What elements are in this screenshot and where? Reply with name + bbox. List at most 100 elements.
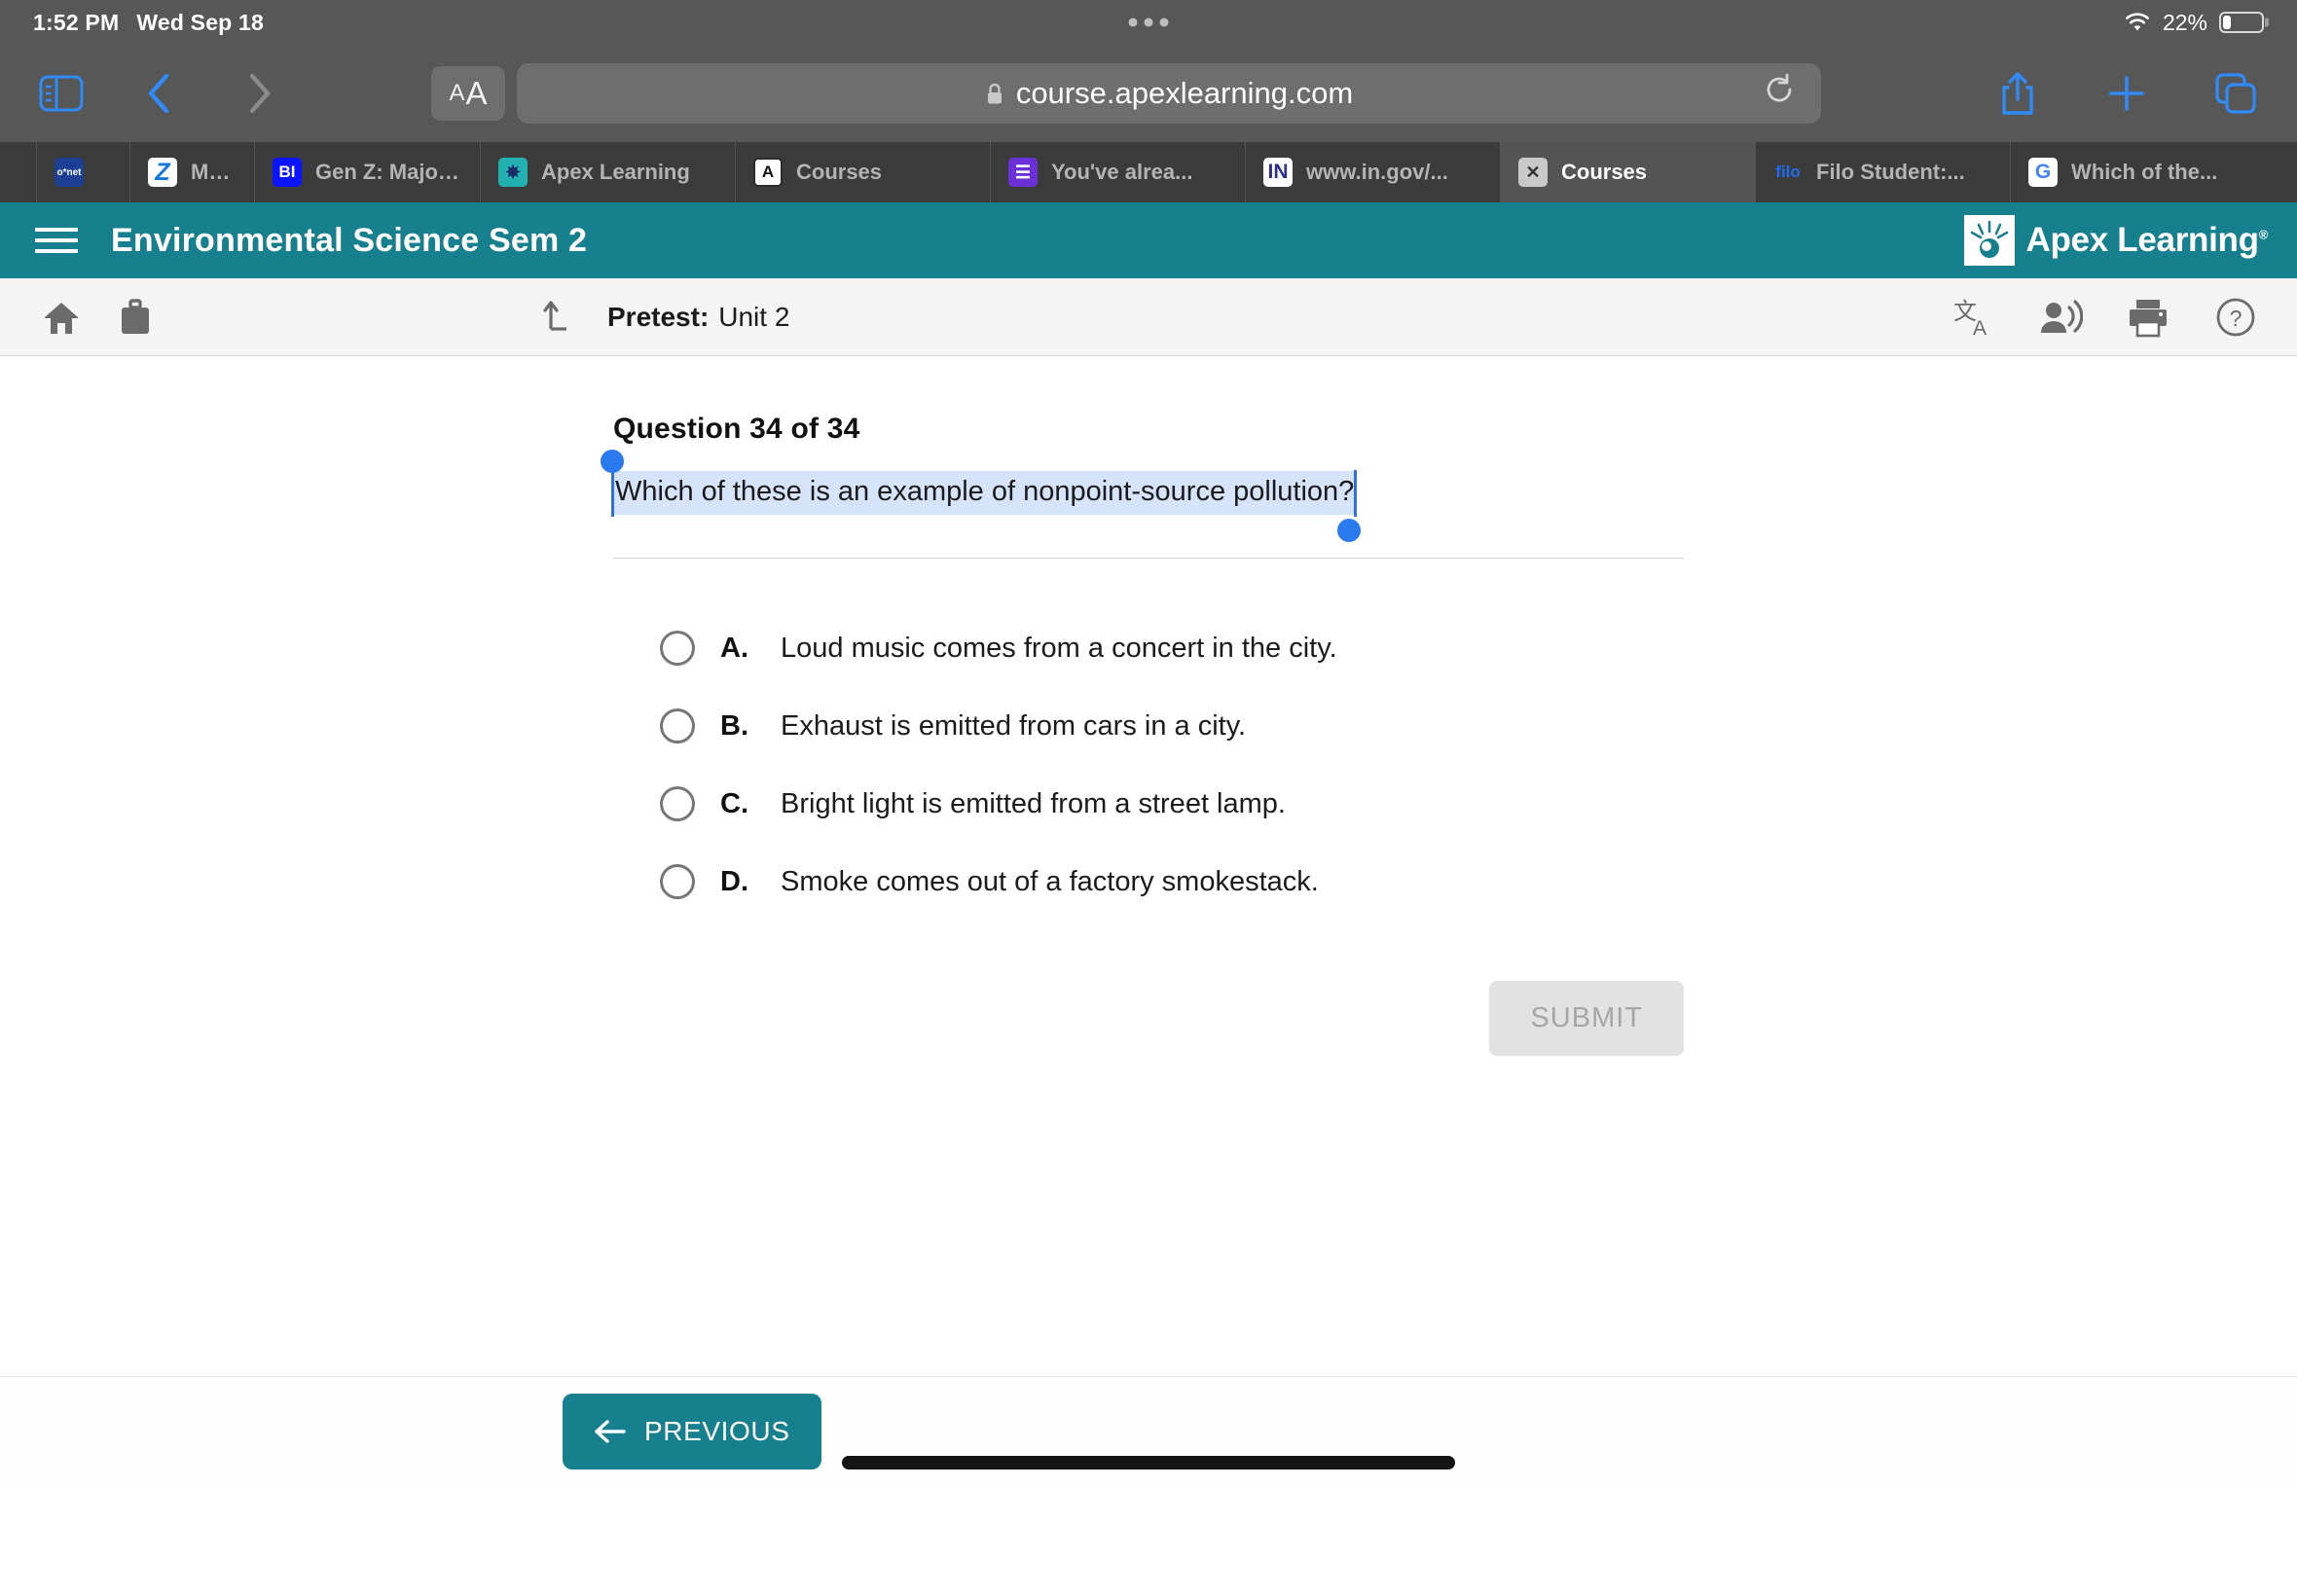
question-panel: Question 34 of 34 Which of these is an e… [601,356,1684,1057]
tab-label: My Fa [191,160,237,184]
chevron-left-icon[interactable] [123,57,195,129]
business-insider-icon: BI [273,158,302,187]
option-text: Exhaust is emitted from cars in a city. [781,709,1247,742]
question-content: Question 34 of 34 Which of these is an e… [0,356,2297,1485]
sidebar-toggle-icon[interactable] [25,57,97,129]
question-prompt[interactable]: Which of these is an example of nonpoint… [610,469,1358,518]
up-level-arrow-icon[interactable] [533,289,590,345]
answer-options: A. Loud music comes from a concert in th… [613,609,1684,921]
apex-sunburst-icon [1963,215,2015,266]
option-text: Bright light is emitted from a street la… [781,787,1286,819]
arrow-left-icon [595,1419,626,1443]
text-size-large-label: A [465,75,488,111]
tab-overview-icon[interactable] [2200,57,2272,129]
hamburger-menu-icon[interactable] [29,213,84,268]
list-icon: ☰ [1008,158,1038,187]
answer-option-b[interactable]: B. Exhaust is emitted from cars in a cit… [660,687,1684,765]
option-letter: A. [720,632,748,664]
browser-tab[interactable]: IN www.in.gov/... [1246,142,1501,202]
answer-option-a[interactable]: A. Loud music comes from a concert in th… [660,609,1684,687]
question-counter: Question 34 of 34 [613,413,860,445]
tab-label: Apex Learning [541,160,690,184]
address-bar-area: AA course.apexlearning.com [296,63,1956,124]
tab-label: www.in.gov/... [1306,160,1448,184]
status-time: 1:52 PM [33,9,120,35]
browser-tab[interactable]: BI Gen Z: Major... [255,142,481,202]
onet-icon: o*net [55,158,84,187]
bottom-navigation-bar: PREVIOUS [0,1376,2297,1485]
zillow-icon: Z [148,158,177,187]
reload-icon[interactable] [1763,73,1796,114]
browser-tab[interactable]: ☰ You've alrea... [991,142,1246,202]
answer-option-d[interactable]: D. Smoke comes out of a factory smokesta… [660,843,1684,921]
browser-tab[interactable]: filo Filo Student:... [1756,142,2011,202]
text-size-button[interactable]: AA [431,66,505,121]
tab-label: Filo Student:... [1816,160,1965,184]
tab-label: Gen Z: Major... [315,160,462,184]
browser-tab-strip: o*net Z My Fa BI Gen Z: Major... ✸ Apex … [0,142,2297,202]
read-aloud-icon[interactable] [2032,289,2089,345]
battery-percent: 22% [2162,9,2207,35]
briefcase-icon[interactable] [107,289,164,345]
app-header: Environmental Science Sem 2 Apex Learnin… [0,202,2297,278]
help-icon[interactable]: ? [2207,289,2264,345]
page-title: Environmental Science Sem 2 [111,221,588,259]
option-text: Smoke comes out of a factory smokestack. [781,865,1319,897]
safari-toolbar: AA course.apexlearning.com [0,45,2297,142]
previous-button-label: PREVIOUS [644,1415,790,1446]
battery-icon [2219,12,2264,33]
indiana-gov-icon: IN [1263,158,1293,187]
print-icon[interactable] [2120,289,2176,345]
home-icon[interactable] [33,289,90,345]
browser-tab[interactable]: G Which of the... [2011,142,2270,202]
home-indicator [842,1456,1455,1469]
radio-button[interactable] [660,708,695,744]
radio-button[interactable] [660,631,695,667]
filo-icon: filo [1775,163,1801,181]
radio-button[interactable] [660,786,695,822]
course-sub-toolbar: Pretest: Unit 2 文 A ? [0,278,2297,356]
breadcrumb-text: Pretest: Unit 2 [607,302,789,333]
safari-right-tools [1982,57,2272,129]
submit-button[interactable]: SUBMIT [1489,981,1684,1057]
lock-icon [987,83,1002,103]
x-icon: ✕ [1518,158,1548,187]
tab-label: Courses [1561,160,1648,184]
wifi-icon [2125,13,2149,31]
browser-tab-active[interactable]: ✕ Courses [1501,142,1756,202]
tab-label: Which of the... [2071,160,2218,184]
address-bar[interactable]: course.apexlearning.com [517,63,1821,124]
text-size-small-label: A [449,80,465,106]
svg-text:?: ? [2230,306,2242,331]
breadcrumb: Pretest: Unit 2 [533,289,789,345]
breadcrumb-label: Pretest: [607,301,710,332]
multitask-dots[interactable] [1128,18,1169,27]
browser-tab[interactable]: Z My Fa [130,142,255,202]
option-text: Loud music comes from a concert in the c… [781,632,1337,664]
previous-button[interactable]: PREVIOUS [563,1393,821,1469]
radio-button[interactable] [660,864,695,900]
apex-learning-logo: Apex Learning® [1963,215,2269,266]
share-icon[interactable] [1982,57,2054,129]
answer-option-c[interactable]: C. Bright light is emitted from a street… [660,765,1684,843]
browser-tab[interactable]: o*net [37,142,130,202]
url-text: course.apexlearning.com [1015,76,1354,110]
breadcrumb-value: Unit 2 [718,301,790,332]
selection-handle-end[interactable] [1337,519,1361,543]
submit-row: SUBMIT [613,981,1684,1057]
tab-label: Courses [796,160,883,184]
google-icon: G [2028,158,2058,187]
divider [613,558,1684,560]
translate-icon[interactable]: 文 A [1945,289,2001,345]
option-letter: B. [720,709,748,742]
sub-toolbar-actions: 文 A ? [1945,289,2264,345]
plus-icon[interactable] [2091,57,2163,129]
tab-label: You've alrea... [1051,160,1193,184]
browser-tab[interactable]: A Courses [736,142,991,202]
brand-name: Apex Learning® [2025,221,2269,259]
selection-handle-start[interactable] [601,450,624,473]
option-letter: D. [720,865,748,897]
status-bar-right: 22% [2124,10,2264,36]
browser-tab[interactable]: ✸ Apex Learning [481,142,736,202]
ios-status-bar: 1:52 PM Wed Sep 18 22% [0,0,2297,45]
